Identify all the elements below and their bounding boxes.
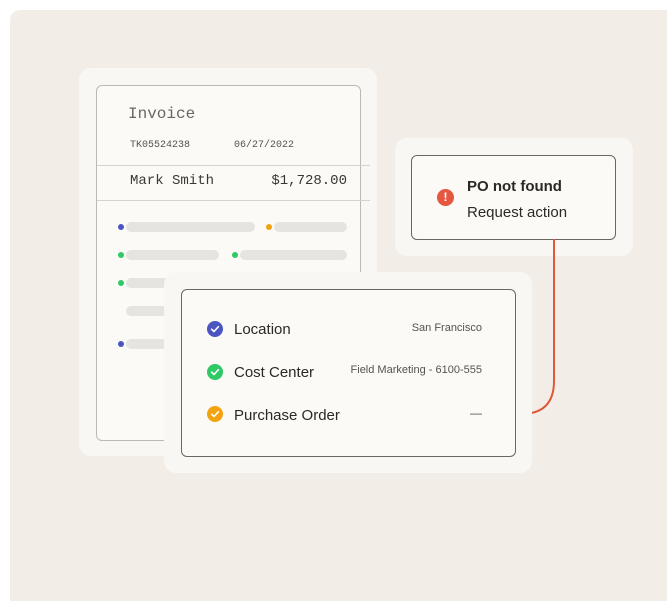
alert-card[interactable]: ! PO not found Request action: [411, 155, 616, 240]
invoice-title: Invoice: [128, 105, 196, 123]
invoice-date: 06/27/2022: [234, 140, 295, 151]
placeholder-bar: [126, 222, 255, 232]
location-label: Location: [234, 321, 291, 338]
location-value: San Francisco: [411, 322, 482, 334]
alert-icon: !: [437, 189, 454, 206]
check-icon: [207, 364, 223, 380]
placeholder-bar: [274, 222, 347, 232]
check-icon: [207, 321, 223, 337]
invoice-divider-bottom: [97, 200, 370, 201]
invoice-number: TK05524238: [130, 140, 191, 151]
cost-center-label: Cost Center: [234, 364, 315, 381]
placeholder-bar: [240, 250, 347, 260]
placeholder-bar: [126, 250, 219, 260]
placeholder-dot: [118, 224, 124, 230]
placeholder-dot: [118, 252, 124, 258]
cost-center-value: Field Marketing - 6100-555: [350, 364, 482, 376]
invoice-customer: Mark Smith: [130, 173, 215, 189]
invoice-divider-top: [97, 165, 370, 166]
placeholder-dot: [232, 252, 238, 258]
check-icon: [207, 406, 223, 422]
invoice-amount: $1,728.00: [271, 173, 347, 189]
placeholder-dot: [266, 224, 272, 230]
placeholder-dot: [118, 341, 124, 347]
alert-title: PO not found: [467, 178, 562, 195]
purchase-order-label: Purchase Order: [234, 407, 340, 424]
placeholder-dot: [118, 280, 124, 286]
purchase-order-value: —: [470, 406, 482, 420]
alert-subtitle: Request action: [467, 204, 568, 221]
details-card: Location San Francisco Cost Center Field…: [181, 289, 516, 457]
